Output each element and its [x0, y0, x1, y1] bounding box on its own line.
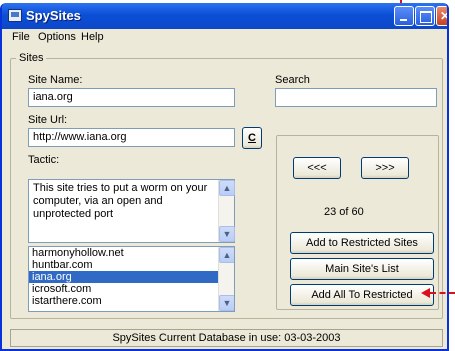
- next-button[interactable]: >>>: [361, 157, 409, 179]
- sites-group-label: Sites: [16, 52, 47, 64]
- tactic-textarea[interactable]: This site tries to put a worm on your co…: [28, 179, 235, 243]
- site-name-field[interactable]: iana.org: [28, 88, 235, 107]
- annotation-arrow-right-shaft: [430, 292, 455, 294]
- window-title: SpySites: [26, 8, 81, 23]
- site-name-label: Site Name:: [28, 74, 83, 86]
- add-to-restricted-button[interactable]: Add to Restricted Sites: [290, 232, 434, 254]
- menu-bar: File Options Help: [2, 29, 447, 47]
- status-bar: SpySites Current Database in use: 03-03-…: [10, 329, 443, 347]
- list-item[interactable]: icrosoft.com: [29, 283, 218, 295]
- c-button[interactable]: C: [242, 127, 262, 149]
- position-counter: 23 of 60: [324, 206, 364, 218]
- add-all-restricted-button[interactable]: Add All To Restricted: [290, 284, 434, 306]
- menu-file[interactable]: File: [12, 31, 30, 43]
- annotation-arrow-left-icon: [421, 288, 430, 298]
- list-scrollbar[interactable]: ▲ ▼: [218, 247, 234, 311]
- title-bar[interactable]: SpySites ✕: [2, 3, 447, 29]
- close-icon: ✕: [440, 9, 447, 23]
- window-app-icon: [8, 9, 22, 22]
- spysites-window: SpySites ✕ File Options Help Sites Site …: [0, 3, 449, 351]
- list-item[interactable]: huntbar.com: [29, 259, 218, 271]
- menu-options[interactable]: Options: [38, 31, 76, 43]
- list-item-selected[interactable]: iana.org: [29, 271, 218, 283]
- site-url-field[interactable]: http://www.iana.org: [28, 128, 235, 147]
- site-list[interactable]: harmonyhollow.net huntbar.com iana.org i…: [28, 246, 235, 312]
- menu-help[interactable]: Help: [81, 31, 104, 43]
- prev-button[interactable]: <<<: [293, 157, 341, 179]
- close-button[interactable]: ✕: [436, 6, 447, 26]
- site-url-label: Site Url:: [28, 114, 68, 126]
- list-item[interactable]: harmonyhollow.net: [29, 247, 218, 259]
- scroll-up-arrow-icon[interactable]: ▲: [219, 247, 234, 263]
- main-list-button[interactable]: Main Site's List: [290, 258, 434, 280]
- tactic-scrollbar[interactable]: ▲ ▼: [218, 180, 235, 242]
- search-label: Search: [275, 74, 310, 86]
- list-item[interactable]: istarthere.com: [29, 295, 218, 307]
- search-input[interactable]: [275, 88, 437, 107]
- scroll-down-arrow-icon[interactable]: ▼: [219, 226, 235, 242]
- scroll-up-arrow-icon[interactable]: ▲: [219, 180, 235, 196]
- scroll-down-arrow-icon[interactable]: ▼: [219, 295, 234, 311]
- tactic-label: Tactic:: [28, 154, 60, 166]
- maximize-button[interactable]: [415, 6, 435, 26]
- minimize-button[interactable]: [394, 6, 414, 26]
- tactic-text: This site tries to put a worm on your co…: [33, 182, 208, 220]
